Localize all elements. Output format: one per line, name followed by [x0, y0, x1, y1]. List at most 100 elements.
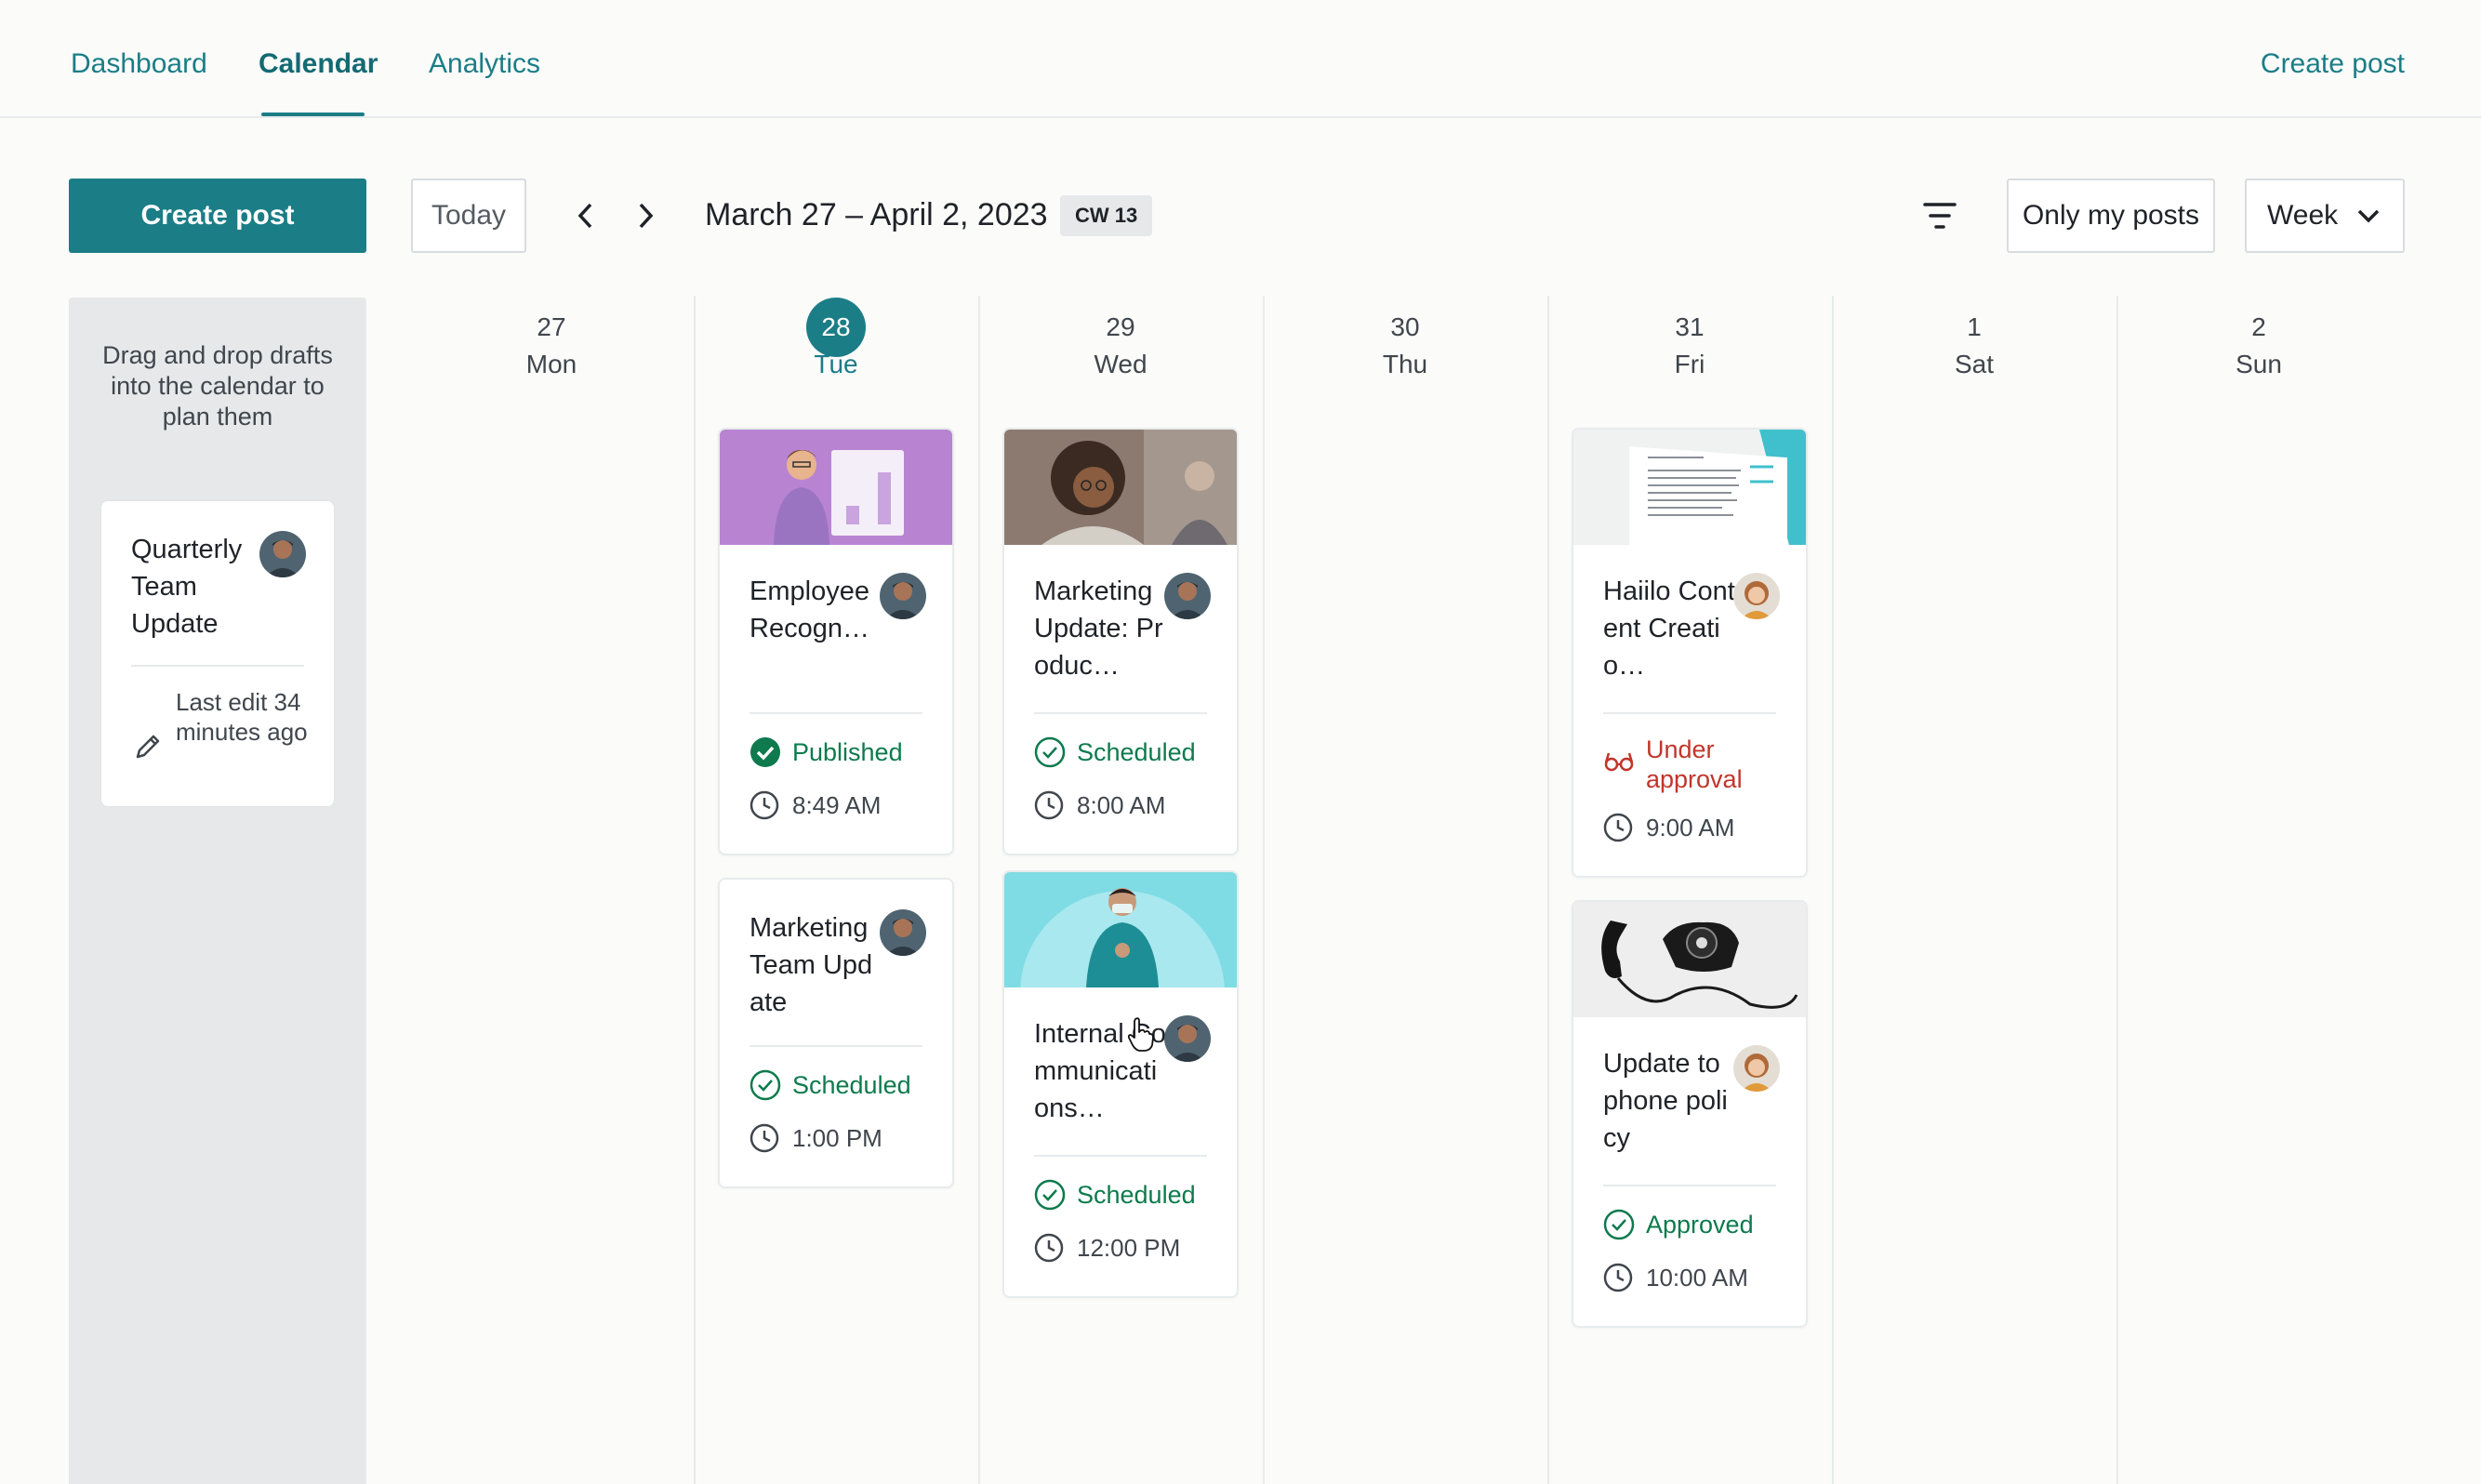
status-label: Under approval: [1646, 735, 1743, 793]
glasses-icon: [1604, 752, 1634, 772]
status-approved: Approved: [1603, 1209, 1754, 1240]
column-divider: [1547, 296, 1549, 1484]
day-header-mon: 27 Mon: [409, 303, 694, 379]
check-circle-icon: [1034, 1179, 1066, 1211]
day-header-sat: 1 Sat: [1832, 303, 2116, 379]
post-title: Marketing Update: Produc…: [1034, 576, 1163, 681]
time-label: 9:00 AM: [1646, 813, 1735, 841]
day-name: Tue: [814, 350, 858, 378]
post-card[interactable]: Marketing Update: Produc… Scheduled 8:00…: [1002, 428, 1239, 855]
post-card[interactable]: Update to phone policy Approved 10:00 AM: [1572, 900, 1808, 1328]
day-number: 30: [1390, 312, 1420, 341]
status-published: Published: [750, 736, 903, 768]
column-divider: [978, 296, 980, 1484]
chevron-right-icon: [639, 203, 654, 229]
post-title: Employee Recogn…: [750, 576, 869, 643]
post-thumbnail: [1004, 430, 1237, 545]
clock-icon: [1603, 1263, 1633, 1292]
day-name: Mon: [525, 350, 577, 378]
column-divider: [694, 296, 696, 1484]
status-scheduled: Scheduled: [750, 1069, 911, 1101]
post-thumbnail: [1573, 430, 1806, 545]
post-title: Haiilo Content Creatio…: [1603, 576, 1735, 681]
date-range-label: March 27 – April 2, 2023: [705, 197, 1048, 232]
time-label: 8:00 AM: [1077, 790, 1166, 819]
tab-analytics[interactable]: Analytics: [429, 48, 540, 80]
top-navigation: Dashboard Calendar Analytics Create post: [0, 0, 2481, 118]
draft-title: Quarterly Team Update: [131, 535, 243, 639]
today-button[interactable]: Today: [411, 179, 526, 253]
post-thumbnail: [1004, 872, 1237, 987]
avatar: [1164, 1015, 1211, 1062]
divider: [750, 1045, 922, 1047]
nav-create-post-link[interactable]: Create post: [2261, 48, 2405, 80]
divider: [1034, 1155, 1207, 1157]
filter-icon[interactable]: [1921, 201, 1958, 231]
post-title: Update to phone policy: [1603, 1049, 1728, 1153]
check-circle-icon: [1034, 736, 1066, 768]
day-name: Thu: [1382, 350, 1428, 378]
post-card[interactable]: Employee Recogn… Published 8:49 AM: [718, 428, 954, 855]
status-under-approval: Under approval: [1603, 735, 1758, 794]
post-time: 8:00 AM: [1034, 790, 1165, 820]
post-thumbnail: [1573, 902, 1806, 1017]
day-header-thu: 30 Thu: [1263, 303, 1547, 379]
clock-icon: [750, 1123, 779, 1153]
avatar: [259, 531, 306, 577]
column-divider: [2116, 296, 2118, 1484]
previous-week-button[interactable]: [569, 199, 603, 232]
post-thumbnail: [720, 430, 952, 545]
view-select[interactable]: Week: [2245, 179, 2405, 253]
draft-card[interactable]: Quarterly Team Update Last edit 34 minut…: [100, 500, 335, 807]
time-label: 8:49 AM: [792, 790, 882, 819]
day-name: Wed: [1094, 350, 1148, 378]
status-label: Published: [792, 737, 903, 766]
day-number-today: 28: [694, 298, 978, 357]
divider: [1603, 712, 1776, 714]
clock-icon: [1034, 790, 1064, 820]
post-time: 8:49 AM: [750, 790, 881, 820]
next-week-button[interactable]: [629, 199, 662, 232]
day-header-tue: 28 Tue: [694, 298, 978, 379]
view-select-value: Week: [2267, 200, 2339, 231]
tab-calendar[interactable]: Calendar: [259, 48, 378, 80]
check-circle-icon: [750, 1069, 781, 1101]
calendar-week-badge: CW 13: [1060, 195, 1153, 236]
check-circle-icon: [1603, 1209, 1635, 1240]
check-circle-filled-icon: [750, 737, 780, 767]
column-divider: [1263, 296, 1265, 1484]
avatar: [1733, 573, 1780, 619]
only-my-posts-toggle[interactable]: Only my posts: [2007, 179, 2215, 253]
post-title: Marketing Team Update: [750, 913, 873, 1017]
avatar: [1733, 1045, 1780, 1092]
day-number: 1: [1967, 312, 1982, 341]
day-number: 2: [2251, 312, 2266, 341]
time-label: 10:00 AM: [1646, 1263, 1748, 1292]
avatar: [880, 573, 926, 619]
day-header-wed: 29 Wed: [978, 303, 1263, 379]
clock-icon: [750, 790, 779, 820]
day-header-sun: 2 Sun: [2116, 303, 2401, 379]
post-time: 9:00 AM: [1603, 813, 1734, 842]
active-tab-indicator: [261, 113, 365, 116]
post-card[interactable]: Haiilo Content Creatio… Under approval 9…: [1572, 428, 1808, 878]
divider: [1034, 712, 1207, 714]
chevron-left-icon: [577, 203, 592, 229]
day-header-fri: 31 Fri: [1547, 303, 1832, 379]
clock-icon: [1034, 1233, 1064, 1263]
post-card[interactable]: Internal Communications… Scheduled 12:00…: [1002, 870, 1239, 1298]
chevron-down-icon: [2357, 209, 2380, 223]
create-post-button[interactable]: Create post: [69, 179, 366, 253]
status-label: Scheduled: [1077, 1180, 1196, 1209]
tab-dashboard[interactable]: Dashboard: [71, 48, 207, 80]
post-time: 12:00 PM: [1034, 1233, 1180, 1263]
hand-cursor-icon: [1127, 1017, 1154, 1052]
day-name: Sat: [1954, 350, 1995, 378]
column-divider: [1832, 296, 1834, 1484]
divider: [750, 712, 922, 714]
day-number: 29: [1106, 312, 1135, 341]
post-card[interactable]: Marketing Team Update Scheduled 1:00 PM: [718, 878, 954, 1188]
drafts-hint: Drag and drop drafts into the calendar t…: [102, 341, 333, 431]
time-label: 1:00 PM: [792, 1123, 882, 1152]
drafts-panel: Drag and drop drafts into the calendar t…: [69, 298, 366, 1484]
